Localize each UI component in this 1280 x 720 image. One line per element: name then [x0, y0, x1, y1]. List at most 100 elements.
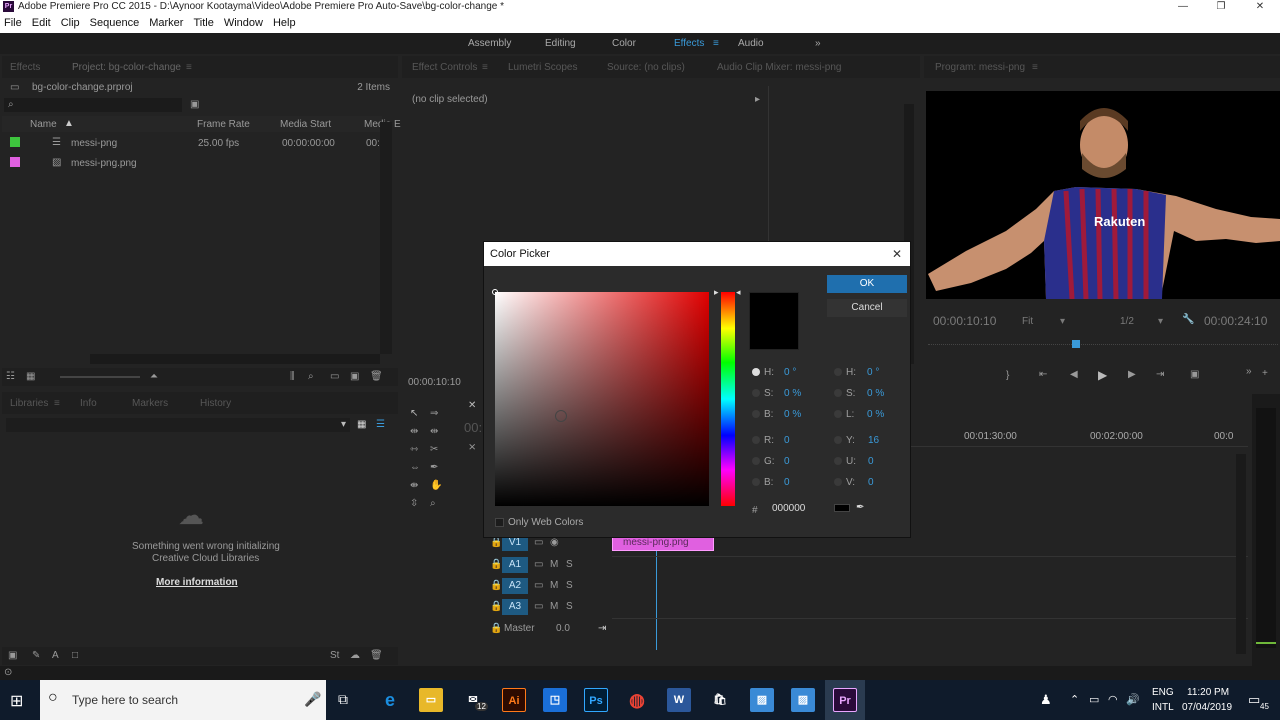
field-value-g[interactable]: 0	[784, 456, 790, 467]
web-colors-checkbox[interactable]	[495, 518, 504, 527]
stock-icon[interactable]: St	[330, 650, 339, 661]
battery-icon[interactable]: ▭	[1089, 693, 1099, 706]
step-back-icon[interactable]: ◀	[1070, 369, 1078, 380]
razor-icon[interactable]: ✂	[430, 444, 438, 455]
master-volume[interactable]: 0.0	[556, 623, 570, 634]
label-color-swatch[interactable]	[10, 157, 20, 167]
fit-dropdown[interactable]: Fit	[1022, 316, 1033, 327]
slip-icon[interactable]: ⇔	[410, 462, 420, 473]
playhead[interactable]	[1072, 340, 1080, 348]
mark-out-icon[interactable]: }	[1006, 370, 1009, 381]
list-view-icon[interactable]: ☰	[376, 419, 385, 430]
field-value-b[interactable]: 0 %	[784, 409, 801, 420]
image-viewer-icon-2[interactable]: ▨	[791, 688, 815, 712]
hue-right-arrow-icon[interactable]: ◂	[736, 287, 741, 298]
premiere-taskbar-icon[interactable]: Pr	[833, 688, 857, 712]
table-row[interactable]: ▨ messi-png.png	[2, 155, 382, 173]
language-eng[interactable]: ENG	[1152, 687, 1174, 698]
notification-icon[interactable]: ▭	[1248, 692, 1260, 708]
tab-info[interactable]: Info	[80, 398, 97, 409]
radio-s[interactable]	[752, 389, 760, 397]
pen-icon[interactable]: ✒	[430, 462, 438, 473]
radio-hsl-h[interactable]	[834, 368, 842, 376]
field-value-r[interactable]: 0	[784, 435, 790, 446]
saturation-brightness-field[interactable]	[492, 289, 709, 506]
sync-lock-icon[interactable]: ▭	[534, 559, 543, 570]
menu-sequence[interactable]: Sequence	[85, 14, 145, 33]
new-item-icon[interactable]: ▣	[350, 371, 359, 382]
tab-libraries[interactable]: Libraries	[10, 398, 48, 409]
wrench-icon[interactable]: 🔧	[1182, 314, 1194, 325]
hue-slider[interactable]	[721, 292, 735, 506]
eyedropper-icon[interactable]: ✒	[856, 502, 864, 513]
rate-stretch-icon[interactable]: ⇿	[410, 444, 418, 455]
workspace-effects[interactable]: Effects	[674, 38, 704, 49]
windows-start-icon[interactable]: ⊞	[10, 691, 23, 711]
radio-y[interactable]	[834, 436, 842, 444]
go-to-in-icon[interactable]: ⇤	[1039, 369, 1047, 380]
mute-button[interactable]: M	[550, 580, 558, 591]
eye-icon[interactable]: ◉	[550, 537, 559, 548]
zoom-icon[interactable]: ⌕	[430, 498, 436, 509]
edge-icon[interactable]: e	[378, 688, 402, 712]
chevron-down-icon[interactable]: ▾	[1158, 316, 1163, 327]
sync-icon[interactable]: ☁	[350, 650, 360, 661]
close-tab-icon[interactable]: ✕	[468, 400, 476, 411]
play-icon[interactable]: ▶	[1098, 368, 1107, 382]
track-target-a1[interactable]: A1	[502, 557, 528, 573]
resolution-dropdown[interactable]: 1/2	[1120, 316, 1134, 327]
field-value-y[interactable]: 16	[868, 435, 879, 446]
hex-input[interactable]: 000000	[768, 501, 828, 517]
library-dropdown[interactable]: ▾	[6, 418, 350, 432]
add-button-icon[interactable]: +	[1262, 368, 1268, 379]
label-color-swatch[interactable]	[10, 137, 20, 147]
zoom-slider[interactable]	[60, 376, 140, 378]
rolling-edit-icon[interactable]: ⇹	[430, 426, 438, 437]
lock-icon[interactable]: 🔒	[490, 559, 502, 570]
lock-icon[interactable]: 🔒	[490, 623, 502, 634]
color-target-marker[interactable]	[492, 289, 498, 295]
horizontal-scrollbar[interactable]	[90, 354, 380, 364]
panel-menu-icon[interactable]: ≡	[186, 62, 192, 73]
chevron-down-icon[interactable]: ▾	[1060, 316, 1065, 327]
store-app-icon[interactable]: ◳	[543, 688, 567, 712]
find-icon[interactable]: ⌕	[308, 371, 314, 382]
radio-u[interactable]	[834, 457, 842, 465]
people-icon[interactable]: ♟	[1040, 692, 1052, 708]
radio-g[interactable]	[752, 457, 760, 465]
microphone-icon[interactable]: 🎤	[304, 691, 321, 708]
solo-button[interactable]: S	[566, 559, 573, 570]
add-graphic-icon[interactable]: ▣	[8, 650, 17, 661]
workspace-color[interactable]: Color	[612, 38, 636, 49]
workspace-audio[interactable]: Audio	[738, 38, 764, 49]
tab-project[interactable]: Project: bg-color-change	[72, 62, 181, 73]
workspace-assembly[interactable]: Assembly	[468, 38, 511, 49]
extend-icon[interactable]: ⇳	[410, 498, 418, 509]
timeline-timecode[interactable]: 00:	[464, 420, 482, 435]
minimize-button[interactable]: —	[1163, 0, 1203, 14]
radio-hsl-l[interactable]	[834, 410, 842, 418]
radio-b-rgb[interactable]	[752, 478, 760, 486]
field-value-hsl-l[interactable]: 0 %	[867, 409, 884, 420]
workspace-overflow-icon[interactable]: »	[815, 38, 821, 49]
overflow-icon[interactable]: »	[1246, 366, 1252, 377]
grid-view-icon[interactable]: ▦	[357, 419, 366, 430]
ok-button[interactable]: OK	[827, 275, 907, 293]
clock-time[interactable]: 11:20 PM	[1187, 687, 1229, 698]
mute-button[interactable]: M	[550, 601, 558, 612]
go-to-out-icon[interactable]: ⇥	[1156, 369, 1164, 380]
close-icon[interactable]: ✕	[892, 242, 902, 266]
automate-icon[interactable]: ⫼	[290, 371, 295, 382]
field-value-u[interactable]: 0	[868, 456, 874, 467]
sync-lock-icon[interactable]: ▭	[534, 537, 543, 548]
taskbar-search-input[interactable]: ○ Type here to search 🎤	[40, 680, 326, 720]
radio-hsl-s[interactable]	[834, 389, 842, 397]
panel-menu-icon[interactable]: ≡	[1032, 62, 1038, 73]
expand-arrow-icon[interactable]: ▸	[755, 94, 760, 105]
solo-button[interactable]: S	[566, 580, 573, 591]
illustrator-icon[interactable]: Ai	[502, 688, 526, 712]
volume-icon[interactable]: 🔊	[1126, 693, 1140, 706]
hex-value[interactable]: 000000	[772, 503, 805, 514]
selection-tool-icon[interactable]: ↖	[410, 408, 418, 419]
sort-asc-icon[interactable]: ▲	[64, 118, 74, 129]
